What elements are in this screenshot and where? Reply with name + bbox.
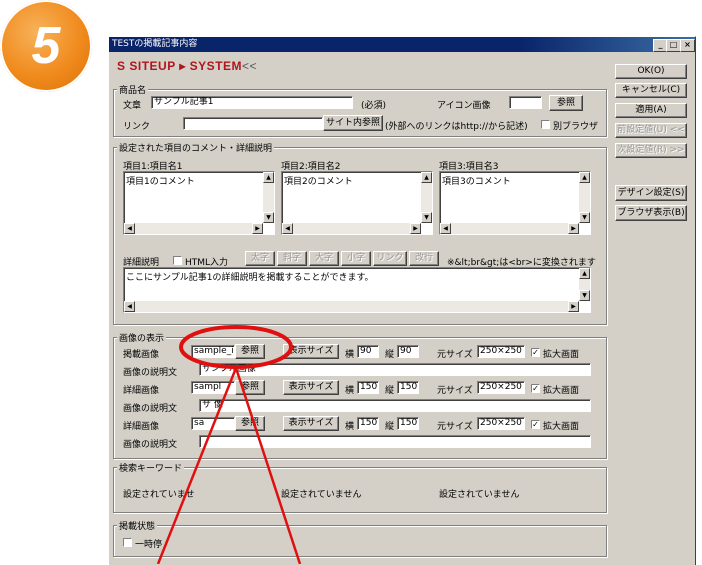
pointer-line-right	[234, 367, 302, 564]
pointer-line-left	[156, 367, 238, 564]
annotation-overlay	[156, 325, 302, 564]
highlight-ellipse	[179, 325, 293, 369]
